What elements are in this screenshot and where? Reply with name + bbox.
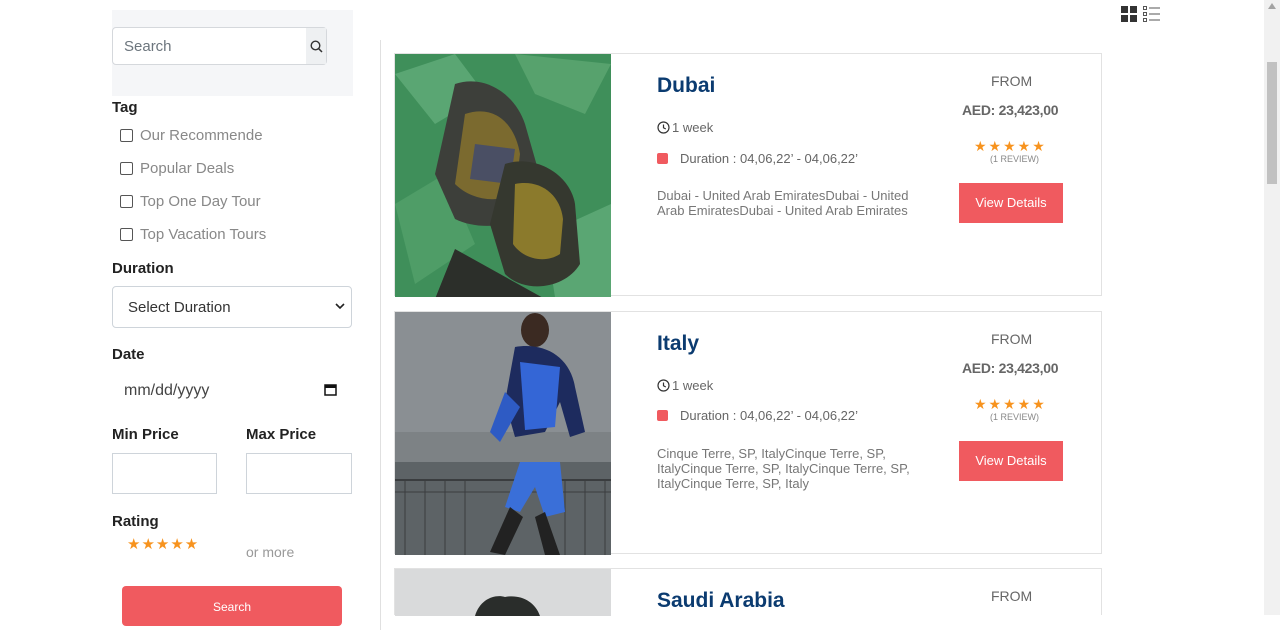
- min-price-label: Min Price: [112, 426, 179, 443]
- tour-location: Cinque Terre, SP, ItalyCinque Terre, SP,…: [657, 446, 910, 491]
- review-count: (1 REVIEW): [990, 412, 1040, 422]
- grid-view-icon[interactable]: [1121, 6, 1137, 22]
- calendar-icon: [657, 410, 668, 421]
- tour-image: [395, 569, 611, 616]
- clock-icon: [657, 121, 670, 134]
- tour-duration: 1 week: [657, 378, 713, 393]
- calendar-icon: [657, 153, 668, 164]
- tour-title[interactable]: Saudi Arabia: [657, 589, 785, 613]
- result-card: Dubai 1 week Duration : 04,06,22’ - 04,0…: [394, 53, 1102, 297]
- scroll-up-arrow-icon[interactable]: [1268, 3, 1276, 9]
- from-label: FROM: [991, 73, 1033, 89]
- divider: [380, 40, 381, 630]
- from-label: FROM: [991, 331, 1033, 347]
- tour-title[interactable]: Italy: [657, 332, 699, 356]
- tag-option-label: Top Vacation Tours: [140, 226, 267, 243]
- chevron-down-icon: [335, 303, 345, 310]
- duration-text: 1 week: [672, 120, 714, 135]
- tour-price: AED: 23,423,00: [962, 102, 1059, 118]
- tour-location: Dubai - United Arab EmiratesDubai - Unit…: [657, 188, 909, 218]
- checkbox[interactable]: [120, 129, 133, 142]
- tour-price: AED: 23,423,00: [962, 360, 1059, 376]
- tag-option-label: Popular Deals: [140, 160, 235, 177]
- tag-option-label: Our Recommende: [140, 127, 263, 144]
- tag-option-recommended[interactable]: Our Recommende: [120, 127, 263, 144]
- scrollbar-thumb[interactable]: [1267, 62, 1277, 184]
- checkbox[interactable]: [120, 195, 133, 208]
- tag-heading: Tag: [112, 99, 138, 116]
- tour-duration: 1 week: [657, 120, 713, 135]
- rating-suffix: or more: [246, 544, 295, 560]
- date-input[interactable]: mm/dd/yyyy: [112, 372, 352, 410]
- rating-stars[interactable]: ★★★★★: [127, 535, 199, 553]
- dates-text: Duration : 04,06,22’ - 04,06,22’: [680, 151, 859, 166]
- tag-option-one-day-tour[interactable]: Top One Day Tour: [120, 193, 261, 210]
- dates-text: Duration : 04,06,22’ - 04,06,22’: [680, 408, 859, 423]
- jacket-photo: [395, 569, 611, 616]
- tour-image: [395, 54, 611, 297]
- runner-photo: [395, 312, 611, 555]
- tour-dates: Duration : 04,06,22’ - 04,06,22’: [657, 151, 858, 166]
- duration-select[interactable]: Select Duration: [112, 286, 352, 328]
- date-heading: Date: [112, 346, 145, 363]
- search-button[interactable]: Search: [122, 586, 342, 626]
- tour-dates: Duration : 04,06,22’ - 04,06,22’: [657, 408, 858, 423]
- shoes-photo: [395, 54, 611, 297]
- tag-option-popular-deals[interactable]: Popular Deals: [120, 160, 234, 177]
- duration-text: 1 week: [672, 378, 714, 393]
- review-count: (1 REVIEW): [990, 154, 1040, 164]
- rating-stars: ★★★★★: [974, 396, 1047, 412]
- duration-selected-value: Select Duration: [128, 298, 231, 316]
- search-field: [112, 27, 327, 65]
- rating-heading: Rating: [112, 513, 159, 530]
- tag-option-label: Top One Day Tour: [140, 193, 261, 210]
- from-label: FROM: [991, 588, 1033, 604]
- max-price-input[interactable]: [246, 453, 352, 494]
- max-price-label: Max Price: [246, 426, 317, 443]
- min-price-input[interactable]: [112, 453, 217, 494]
- list-view-icon[interactable]: [1143, 6, 1160, 22]
- date-placeholder: mm/dd/yyyy: [124, 382, 210, 399]
- result-card: Italy 1 week Duration : 04,06,22’ - 04,0…: [394, 311, 1102, 555]
- search-icon: [309, 39, 323, 53]
- checkbox[interactable]: [120, 162, 133, 175]
- clock-icon: [657, 379, 670, 392]
- calendar-icon[interactable]: [324, 383, 337, 396]
- view-details-button[interactable]: View Details: [959, 441, 1063, 481]
- tour-image: [395, 312, 611, 555]
- rating-stars: ★★★★★: [974, 138, 1047, 154]
- search-input[interactable]: [113, 28, 307, 64]
- search-icon-button[interactable]: [306, 28, 326, 64]
- tag-option-vacation-tours[interactable]: Top Vacation Tours: [120, 226, 266, 243]
- tour-title[interactable]: Dubai: [657, 74, 715, 98]
- checkbox[interactable]: [120, 228, 133, 241]
- duration-heading: Duration: [112, 260, 174, 277]
- result-card: Saudi Arabia FROM: [394, 568, 1102, 616]
- view-details-button[interactable]: View Details: [959, 183, 1063, 223]
